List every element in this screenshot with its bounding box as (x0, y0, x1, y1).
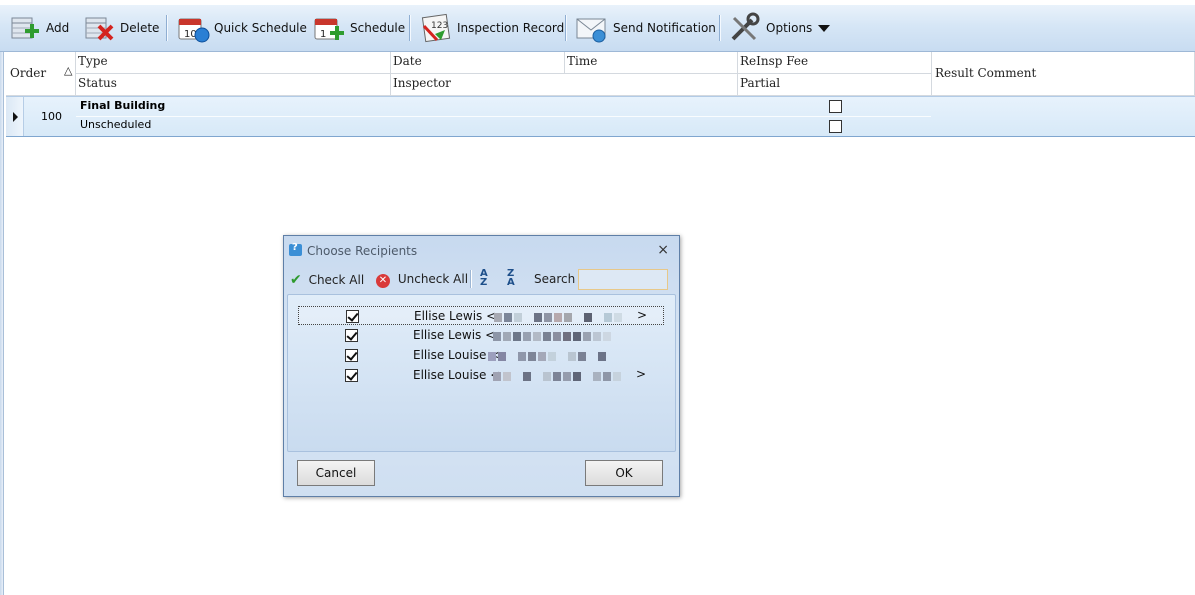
delete-button[interactable]: Delete (82, 9, 159, 47)
checkmark-icon: ✔ (290, 272, 302, 288)
partial-header-label: Partial (740, 76, 781, 90)
reinsp-fee-checkbox[interactable] (829, 100, 842, 113)
check-all-button[interactable]: ✔ Check All (290, 272, 364, 288)
date-header-label: Date (393, 54, 422, 68)
close-icon[interactable]: × (657, 242, 669, 258)
list-item[interactable]: Ellise Lewis < (298, 326, 664, 345)
uncheck-all-label: Uncheck All (397, 272, 469, 286)
row-selector[interactable] (6, 97, 24, 136)
recipient-name: Ellise Lewis < (413, 328, 496, 342)
check-all-label: Check All (308, 273, 365, 287)
options-button[interactable]: Options (728, 9, 831, 47)
list-item[interactable]: Ellise Lewis < > (298, 306, 664, 325)
choose-recipients-dialog: Choose Recipients × ✔ Check All ✕ Unchec… (283, 235, 680, 497)
add-record-icon (11, 17, 39, 39)
column-header-time[interactable]: Time (565, 52, 738, 74)
column-header-inspector[interactable]: Inspector (391, 74, 738, 96)
inspection-record-icon: 123 (421, 13, 451, 43)
column-header-reinsp-fee[interactable]: ReInsp Fee (738, 52, 932, 74)
sort-az-icon[interactable]: AZ (480, 269, 488, 288)
uncheck-x-icon: ✕ (376, 274, 390, 288)
inspection-grid: Order △ Type Status Date Inspector Time … (6, 52, 1195, 138)
svg-text:123: 123 (431, 21, 448, 31)
toolbar: Add Delete 10 Quick Schedule 1 Schedule … (0, 0, 1195, 52)
uncheck-all-button[interactable]: ✕ Uncheck All (376, 272, 468, 288)
delete-button-label: Delete (120, 21, 160, 35)
redacted-email (488, 352, 638, 361)
type-cell: Final Building (80, 99, 166, 112)
schedule-label: Schedule (350, 21, 406, 35)
send-notification-label: Send Notification (613, 21, 716, 35)
delete-record-icon (85, 17, 114, 41)
reinsp-fee-header-label: ReInsp Fee (740, 54, 809, 68)
sort-za-icon[interactable]: ZA (507, 269, 515, 288)
options-label: Options (766, 21, 813, 35)
schedule-button[interactable]: 1 Schedule (312, 9, 405, 47)
row-divider (76, 116, 931, 117)
type-header-label: Type (78, 54, 108, 68)
column-header-date[interactable]: Date (391, 52, 565, 74)
schedule-calendar-icon: 1 (314, 18, 344, 40)
order-header-label: Order (10, 66, 47, 80)
column-header-status[interactable]: Status (76, 74, 391, 96)
current-row-arrow-icon (13, 112, 18, 122)
column-header-type[interactable]: Type (76, 52, 391, 74)
dialog-titlebar[interactable]: Choose Recipients × (284, 236, 679, 264)
search-input[interactable] (578, 269, 668, 290)
left-panel-edge (0, 52, 4, 595)
cancel-button[interactable]: Cancel (297, 460, 375, 486)
time-header-label: Time (567, 54, 598, 68)
list-item[interactable]: Ellise Louise < (298, 346, 664, 365)
recipient-suffix: > (637, 308, 648, 322)
redacted-email (489, 313, 639, 322)
column-header-partial[interactable]: Partial (738, 74, 932, 96)
quick-calendar-icon: 10 (178, 18, 210, 43)
recipient-checkbox[interactable] (345, 349, 358, 362)
redacted-email (488, 372, 638, 381)
redacted-email (488, 332, 638, 341)
dialog-title: Choose Recipients (307, 244, 418, 258)
inspection-record-button[interactable]: 123 Inspection Record (419, 9, 564, 47)
inspection-record-label: Inspection Record (457, 21, 565, 35)
add-button[interactable]: Add (8, 9, 69, 47)
envelope-icon (576, 18, 606, 43)
recipient-name: Ellise Lewis < (414, 309, 497, 323)
status-header-label: Status (78, 76, 117, 90)
tools-icon (731, 12, 760, 41)
quick-schedule-button[interactable]: 10 Quick Schedule (176, 9, 307, 47)
recipient-list: Ellise Lewis < > Ellise Lewis < Ellise L… (287, 294, 676, 452)
dialog-toolbar-separator (470, 270, 471, 288)
add-button-label: Add (46, 21, 70, 35)
help-icon (289, 242, 302, 256)
toolbar-separator (565, 15, 566, 41)
column-header-order[interactable]: Order △ (6, 52, 76, 96)
dialog-toolbar: ✔ Check All ✕ Uncheck All AZ ZA Search (284, 266, 679, 292)
order-cell: 100 (41, 110, 62, 123)
recipient-suffix: > (636, 367, 647, 381)
partial-checkbox[interactable] (829, 120, 842, 133)
quick-schedule-label: Quick Schedule (214, 21, 307, 35)
list-item[interactable]: Ellise Louise < > (298, 366, 664, 385)
recipient-checkbox[interactable] (345, 329, 358, 342)
sort-ascending-icon: △ (64, 64, 73, 77)
toolbar-separator (409, 15, 410, 41)
result-comment-header-label: Result Comment (935, 66, 1037, 80)
inspector-header-label: Inspector (393, 76, 451, 90)
table-row[interactable]: 100 Final Building Unscheduled (6, 96, 1195, 137)
dropdown-arrow-icon (818, 24, 831, 32)
search-label: Search (534, 272, 576, 286)
send-notification-button[interactable]: Send Notification (575, 9, 716, 47)
svg-text:1: 1 (320, 29, 326, 40)
toolbar-separator (166, 15, 167, 41)
recipient-checkbox[interactable] (345, 369, 358, 382)
ok-button[interactable]: OK (585, 460, 663, 486)
toolbar-separator (719, 15, 720, 41)
recipient-checkbox[interactable] (346, 310, 359, 323)
column-header-result-comment[interactable]: Result Comment (932, 52, 1195, 96)
status-cell: Unscheduled (80, 118, 152, 131)
